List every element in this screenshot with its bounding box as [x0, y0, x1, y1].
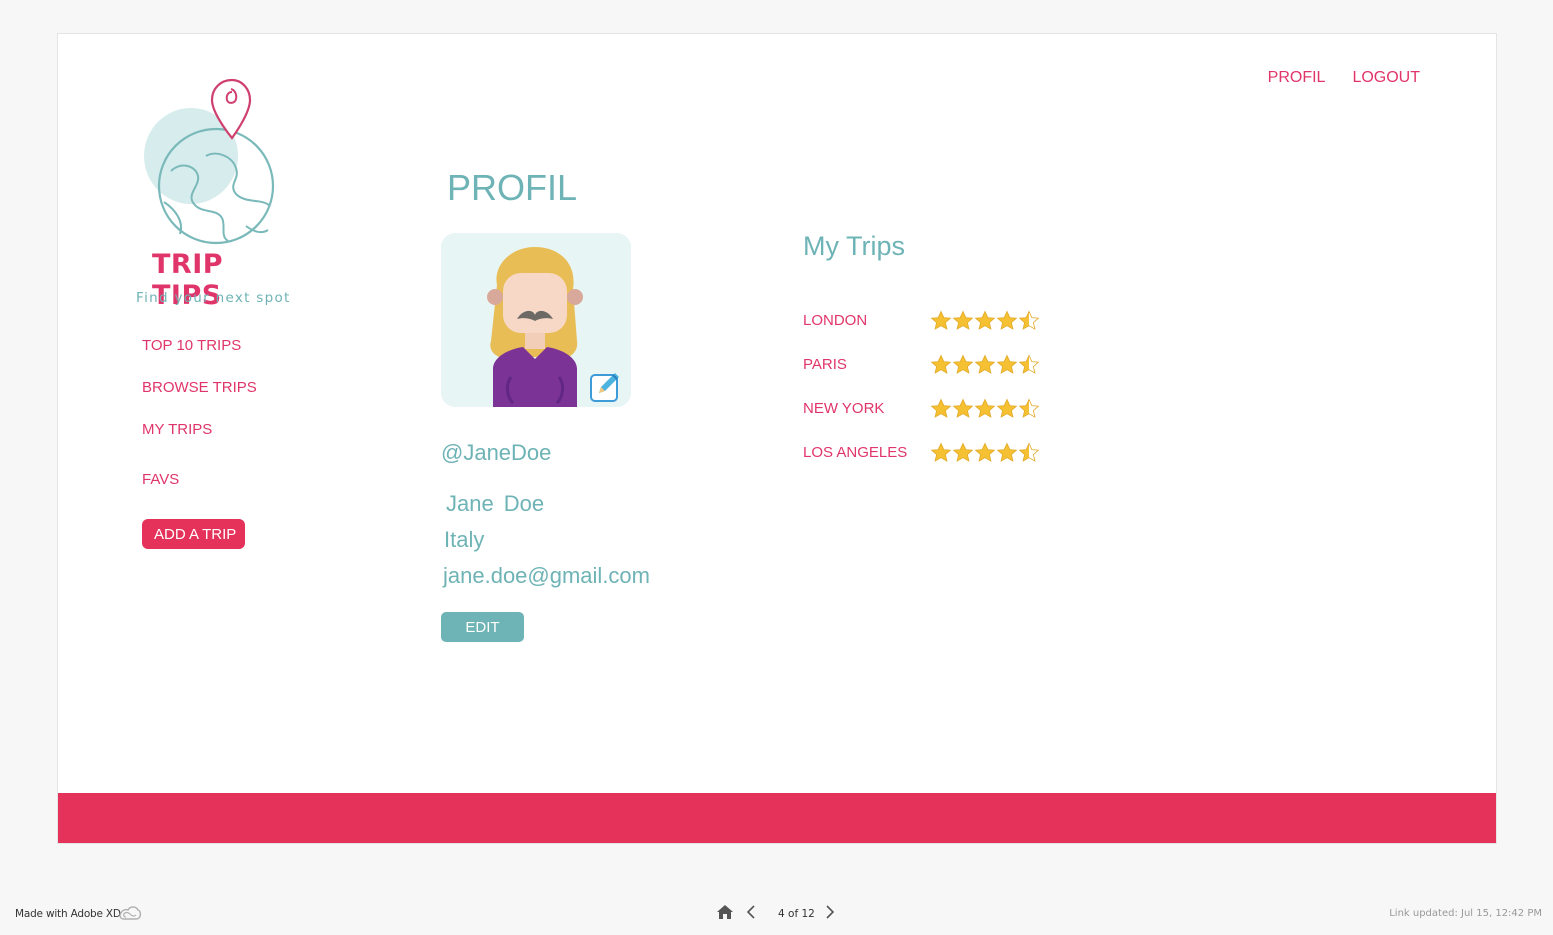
trip-row[interactable]: LOS ANGELES [803, 442, 1103, 466]
made-with-label: Made with Adobe XD [15, 908, 121, 920]
star-icon [996, 354, 1018, 374]
first-name: Jane [446, 491, 494, 516]
home-icon[interactable] [716, 904, 734, 920]
star-icon [1018, 310, 1040, 330]
star-icon [952, 310, 974, 330]
star-rating [930, 354, 1040, 375]
artboard: TRIP TIPS Find your next spot PROFIL LOG… [57, 33, 1497, 844]
top-nav: PROFIL LOGOUT [1268, 69, 1420, 87]
trip-name: NEW YORK [803, 400, 885, 417]
sidebar-item-favs[interactable]: FAVS [142, 471, 179, 488]
trip-name: LOS ANGELES [803, 444, 908, 461]
trip-name: LONDON [803, 312, 868, 329]
logo[interactable]: TRIP TIPS Find your next spot [136, 76, 296, 311]
star-icon [952, 354, 974, 374]
page-count: 4 of 12 [778, 908, 815, 920]
trip-row[interactable]: LONDON [803, 310, 1103, 334]
email: jane.doe@gmail.com [443, 563, 650, 588]
sidebar-item-my-trips[interactable]: MY TRIPS [142, 421, 212, 438]
star-icon [952, 442, 974, 462]
globe-icon [144, 78, 275, 245]
star-icon [974, 398, 996, 418]
trip-row[interactable]: NEW YORK [803, 398, 1103, 422]
avatar[interactable] [441, 233, 631, 407]
trip-name: PARIS [803, 356, 847, 373]
star-icon [930, 398, 952, 418]
add-trip-button[interactable]: ADD A TRIP [142, 519, 246, 549]
star-icon [930, 354, 952, 374]
trip-row[interactable]: PARIS [803, 354, 1103, 378]
star-icon [930, 442, 952, 462]
star-icon [996, 398, 1018, 418]
page-title: PROFIL [447, 167, 578, 208]
full-name: Jane Doe [446, 491, 544, 517]
country: Italy [444, 527, 485, 552]
brand-tagline: Find your next spot [136, 290, 291, 306]
last-name: Doe [503, 491, 545, 516]
chevron-left-icon[interactable] [746, 905, 758, 919]
star-icon [930, 310, 952, 330]
link-updated-label: Link updated: Jul 15, 12:42 PM [1389, 908, 1542, 919]
star-icon [974, 354, 996, 374]
star-rating [930, 398, 1040, 419]
pencil-edit-icon[interactable] [589, 369, 623, 403]
star-icon [996, 442, 1018, 462]
star-icon [1018, 398, 1040, 418]
sidebar-item-top-10-trips[interactable]: TOP 10 TRIPS [142, 337, 241, 354]
star-icon [974, 310, 996, 330]
footer-band [58, 793, 1496, 843]
chevron-right-icon[interactable] [824, 905, 836, 919]
edit-profile-button[interactable]: EDIT [441, 612, 524, 642]
sidebar-item-browse-trips[interactable]: BROWSE TRIPS [142, 379, 257, 396]
star-icon [974, 442, 996, 462]
star-icon [952, 398, 974, 418]
star-icon [1018, 354, 1040, 374]
creative-cloud-icon [119, 906, 142, 920]
nav-profil-link[interactable]: PROFIL [1268, 69, 1326, 87]
star-icon [996, 310, 1018, 330]
my-trips-title: My Trips [803, 231, 906, 261]
avatar-illustration [487, 247, 583, 407]
star-icon [1018, 442, 1040, 462]
star-rating [930, 310, 1040, 331]
username: @JaneDoe [441, 440, 552, 465]
star-rating [930, 442, 1040, 463]
nav-logout-link[interactable]: LOGOUT [1352, 69, 1420, 87]
viewer-bar: Made with Adobe XD 4 of 12 Link updated:… [0, 895, 1553, 935]
